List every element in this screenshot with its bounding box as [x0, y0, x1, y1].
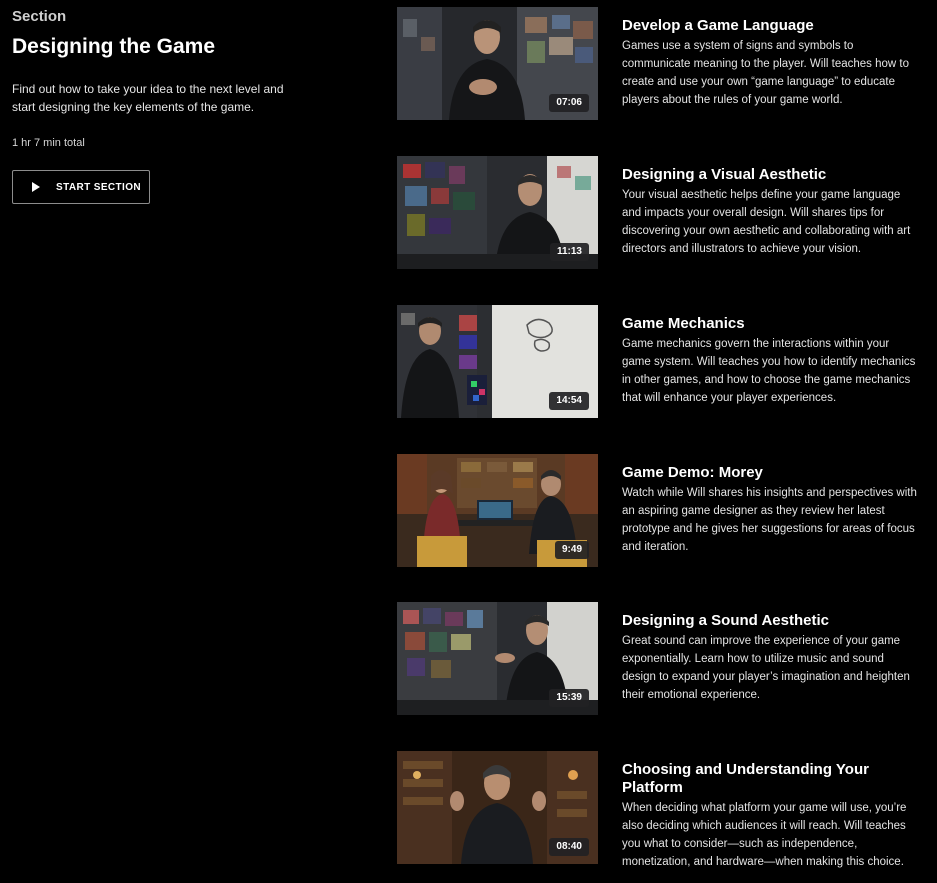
lesson-title[interactable]: Designing a Visual Aesthetic: [622, 166, 917, 184]
section-total-duration: 1 hr 7 min total: [12, 137, 85, 149]
lesson-thumbnail[interactable]: 11:13: [397, 156, 598, 269]
start-section-button[interactable]: START SECTION: [12, 170, 150, 204]
lesson-title[interactable]: Game Mechanics: [622, 315, 917, 333]
duration-badge: 07:06: [549, 94, 589, 112]
lesson-title[interactable]: Game Demo: Morey: [622, 464, 917, 482]
lesson-description: Great sound can improve the experience o…: [622, 635, 910, 701]
section-title: Designing the Game: [12, 35, 216, 58]
play-icon: [32, 182, 40, 192]
section-eyebrow: Section: [12, 8, 67, 25]
lesson-description: Games use a system of signs and symbols …: [622, 40, 910, 106]
duration-badge: 9:49: [554, 541, 589, 559]
duration-badge: 14:54: [549, 392, 589, 410]
lesson-thumbnail[interactable]: 08:40: [397, 751, 598, 864]
lesson-thumbnail[interactable]: 07:06: [397, 7, 598, 120]
duration-badge: 08:40: [549, 838, 589, 856]
lesson-title[interactable]: Designing a Sound Aesthetic: [622, 612, 917, 630]
lesson-description: Your visual aesthetic helps define your …: [622, 189, 911, 255]
lesson-description: Game mechanics govern the interactions w…: [622, 338, 916, 404]
duration-badge: 15:39: [549, 689, 589, 707]
lesson-thumbnail[interactable]: 14:54: [397, 305, 598, 418]
lesson-thumbnail[interactable]: 15:39: [397, 602, 598, 715]
lesson-thumbnail[interactable]: 9:49: [397, 454, 598, 567]
lesson-title[interactable]: Develop a Game Language: [622, 17, 917, 35]
section-header: Section Designing the Game Find out how …: [12, 8, 312, 204]
duration-badge: 11:13: [549, 243, 589, 261]
start-section-label: START SECTION: [56, 181, 142, 193]
lesson-description: Watch while Will shares his insights and…: [622, 487, 917, 553]
lesson-title[interactable]: Choosing and Understanding Your Platform: [622, 761, 917, 797]
lesson-description: When deciding what platform your game wi…: [622, 802, 907, 868]
section-description: Find out how to take your idea to the ne…: [12, 82, 284, 114]
